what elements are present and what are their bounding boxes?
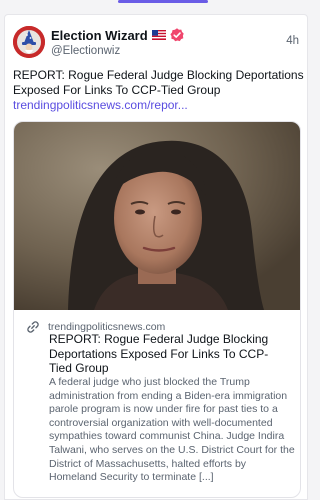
- wizard-avatar-icon: [13, 26, 45, 58]
- author-name[interactable]: Election Wizard: [51, 28, 148, 43]
- author-handle[interactable]: @Electionwiz: [51, 45, 184, 57]
- link-card-description: A federal judge who just blocked the Tru…: [49, 376, 295, 484]
- author-block: Election Wizard @Electionwiz: [51, 27, 184, 57]
- link-preview-card[interactable]: trendingpoliticsnews.com REPORT: Rogue F…: [13, 121, 301, 498]
- author-avatar[interactable]: [13, 26, 45, 58]
- post-text: REPORT: Rogue Federal Judge Blocking Dep…: [13, 68, 304, 97]
- top-strip: [0, 0, 312, 8]
- preview-image: [14, 122, 300, 310]
- us-flag-icon: [151, 30, 166, 40]
- post-link[interactable]: trendingpoliticsnews.com/repor...: [13, 98, 305, 113]
- post-card[interactable]: Election Wizard @Electionwiz 4h REPORT: …: [4, 14, 308, 500]
- active-tab-indicator: [118, 0, 208, 3]
- post-timestamp[interactable]: 4h: [286, 35, 299, 47]
- link-card-title[interactable]: REPORT: Rogue Federal Judge Blocking Dep…: [49, 332, 291, 376]
- verified-badge-icon: [170, 28, 184, 42]
- link-chain-icon: [27, 321, 39, 333]
